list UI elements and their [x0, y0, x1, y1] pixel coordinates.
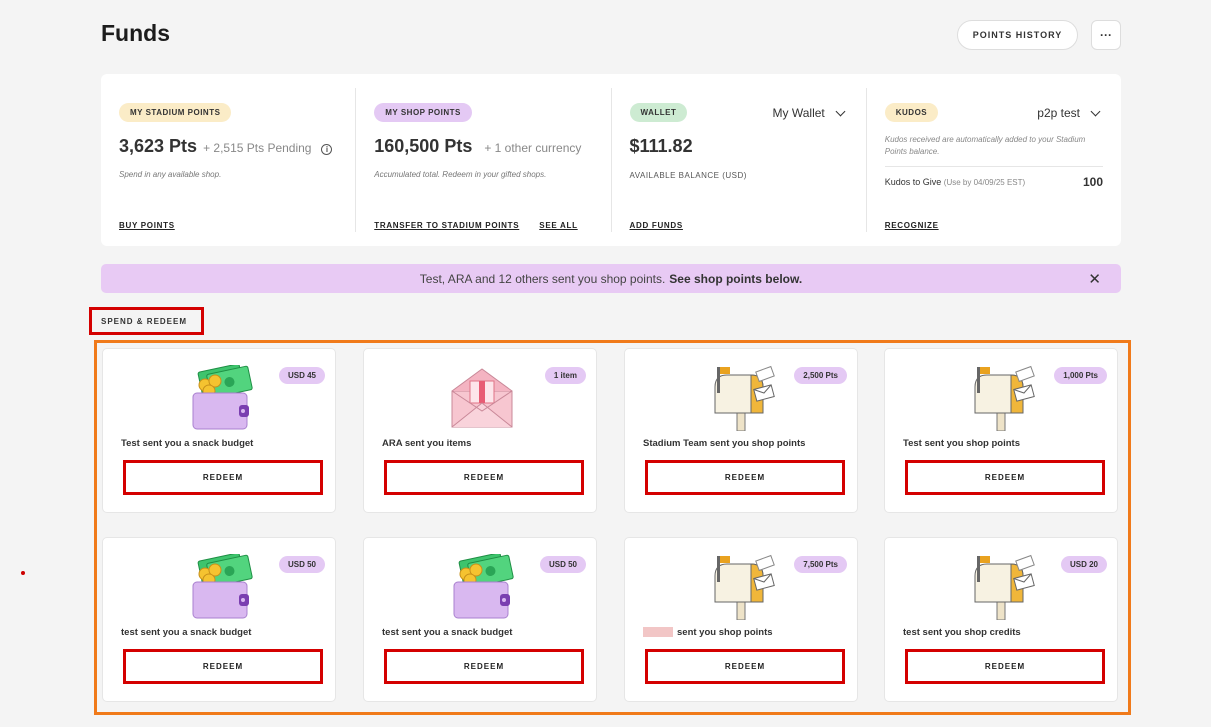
shop-points-other-currency: + 1 other currency [484, 141, 582, 155]
redeem-card[interactable]: 1 item ARA sent you items REDEEM [363, 348, 597, 513]
kudos-chip: KUDOS [884, 103, 939, 122]
redeem-button[interactable]: REDEEM [905, 460, 1105, 495]
card-title-text: test sent you a snack budget [121, 627, 252, 638]
shop-points-banner: Test, ARA and 12 others sent you shop po… [101, 264, 1121, 293]
wallet-cash-icon [185, 363, 257, 431]
wallet-balance-caption: AVAILABLE BALANCE (USD) [629, 171, 747, 180]
mailbox-icon [967, 554, 1039, 621]
card-title: test sent you a snack budget [382, 627, 512, 638]
banner-bold-text[interactable]: See shop points below. [669, 272, 802, 286]
close-icon[interactable]: ✕ [1088, 270, 1101, 288]
redeem-button[interactable]: REDEEM [384, 460, 584, 495]
wallet-section: WALLET My Wallet $111.82 AVAILABLE BALAN… [612, 88, 867, 232]
shop-points-description: Accumulated total. Redeem in your gifted… [374, 170, 547, 179]
redeem-card[interactable]: USD 20 test sent you shop credits REDEEM [884, 537, 1118, 702]
card-title: Stadium Team sent you shop points [643, 438, 805, 449]
gift-envelope-icon [446, 365, 518, 431]
points-history-button[interactable]: POINTS HISTORY [957, 20, 1078, 50]
mailbox-icon [967, 365, 1039, 432]
card-title: Test sent you shop points [903, 438, 1020, 449]
redeem-card[interactable]: 1,000 Pts Test sent you shop points REDEEM [884, 348, 1118, 513]
chevron-down-icon [835, 106, 846, 116]
redeem-card[interactable]: USD 45 Test sent you a snack budget REDEEM [102, 348, 336, 513]
shop-points-section: MY SHOP POINTS 160,500 Pts + 1 other cur… [356, 88, 612, 232]
kudos-to-give-note: (Use by 04/09/25 EST) [943, 178, 1026, 187]
spend-redeem-heading: SPEND & REDEEM [89, 307, 204, 335]
wallet-cash-icon [185, 552, 257, 620]
add-funds-link[interactable]: ADD FUNDS [630, 221, 683, 230]
kudos-section: KUDOS p2p test Kudos received are automa… [867, 88, 1121, 232]
page-title: Funds [101, 20, 170, 46]
redeem-button[interactable]: REDEEM [384, 649, 584, 684]
wallet-balance: $111.82 [629, 136, 693, 156]
shop-points-chip: MY SHOP POINTS [374, 103, 472, 122]
card-amount-badge: 1,000 Pts [1054, 367, 1107, 384]
card-title: test sent you a snack budget [121, 627, 251, 638]
card-amount-badge: 7,500 Pts [794, 556, 847, 573]
wallet-chip: WALLET [629, 103, 688, 122]
redeem-button[interactable]: REDEEM [645, 649, 845, 684]
recognize-link[interactable]: RECOGNIZE [885, 221, 939, 230]
shop-points-value: 160,500 Pts [374, 136, 473, 156]
card-title-text: ARA sent you items [382, 438, 472, 449]
card-amount-badge: USD 20 [1060, 556, 1107, 573]
redeem-card[interactable]: USD 50 test sent you a snack budget REDEEM [363, 537, 597, 702]
info-icon[interactable]: i [321, 144, 333, 155]
redeem-button[interactable]: REDEEM [123, 649, 323, 684]
redeem-card[interactable]: USD 50 test sent you a snack budget REDEEM [102, 537, 336, 702]
stadium-points-pending: + 2,515 Pts Pending [203, 141, 312, 155]
card-amount-badge: USD 50 [278, 556, 325, 573]
redeem-card[interactable]: 7,500 Pts sent you shop points REDEEM [624, 537, 858, 702]
kudos-note: Kudos received are automatically added t… [884, 134, 1103, 167]
card-title-text: test sent you a snack budget [382, 627, 513, 638]
card-amount-badge: USD 50 [539, 556, 586, 573]
card-title-text: Test sent you a snack budget [121, 438, 254, 449]
kudos-selector-label: p2p test [1037, 106, 1080, 120]
card-amount-badge: 2,500 Pts [794, 367, 847, 384]
stadium-points-value: 3,623 Pts [119, 136, 198, 156]
funds-summary-panel: MY STADIUM POINTS 3,623 Pts + 2,515 Pts … [101, 74, 1121, 246]
redeem-card[interactable]: 2,500 Pts Stadium Team sent you shop poin… [624, 348, 858, 513]
kudos-to-give-label: Kudos to Give [884, 177, 942, 187]
card-amount-badge: USD 45 [278, 367, 325, 384]
wallet-selector-label: My Wallet [772, 106, 825, 120]
wallet-cash-icon [446, 552, 518, 620]
card-amount-badge: 1 item [544, 367, 586, 384]
funds-page: Funds POINTS HISTORY ··· MY STADIUM POIN… [0, 0, 1211, 727]
redacted-name [643, 627, 673, 638]
kudos-to-give-row: Kudos to Give (Use by 04/09/25 EST) 100 [885, 175, 1103, 189]
card-title: Test sent you a snack budget [121, 438, 253, 449]
see-all-link[interactable]: SEE ALL [539, 221, 577, 230]
card-title-text: Stadium Team sent you shop points [643, 438, 806, 449]
kudos-selector[interactable]: p2p test [1037, 106, 1101, 120]
card-title: test sent you shop credits [903, 627, 1021, 638]
card-title-text: test sent you shop credits [903, 627, 1021, 638]
card-title: ARA sent you items [382, 438, 471, 449]
kudos-to-give-value: 100 [1082, 175, 1103, 189]
redeem-button[interactable]: REDEEM [645, 460, 845, 495]
redeem-button[interactable]: REDEEM [905, 649, 1105, 684]
marker-dot [21, 571, 25, 575]
banner-text: Test, ARA and 12 others sent you shop po… [419, 271, 666, 286]
stadium-points-description: Spend in any available shop. [119, 170, 222, 179]
chevron-down-icon [1090, 106, 1101, 116]
mailbox-icon [707, 554, 779, 621]
wallet-selector[interactable]: My Wallet [772, 106, 846, 120]
mailbox-icon [707, 365, 779, 432]
redeem-button[interactable]: REDEEM [123, 460, 323, 495]
card-title-text: Test sent you shop points [903, 438, 1020, 449]
buy-points-link[interactable]: BUY POINTS [119, 221, 175, 230]
stadium-points-chip: MY STADIUM POINTS [119, 103, 232, 122]
transfer-to-stadium-points-link[interactable]: TRANSFER TO STADIUM POINTS [374, 221, 519, 230]
card-title-text: sent you shop points [677, 627, 773, 638]
stadium-points-section: MY STADIUM POINTS 3,623 Pts + 2,515 Pts … [101, 88, 357, 232]
card-title: sent you shop points [643, 627, 773, 638]
more-options-button[interactable]: ··· [1091, 20, 1121, 50]
